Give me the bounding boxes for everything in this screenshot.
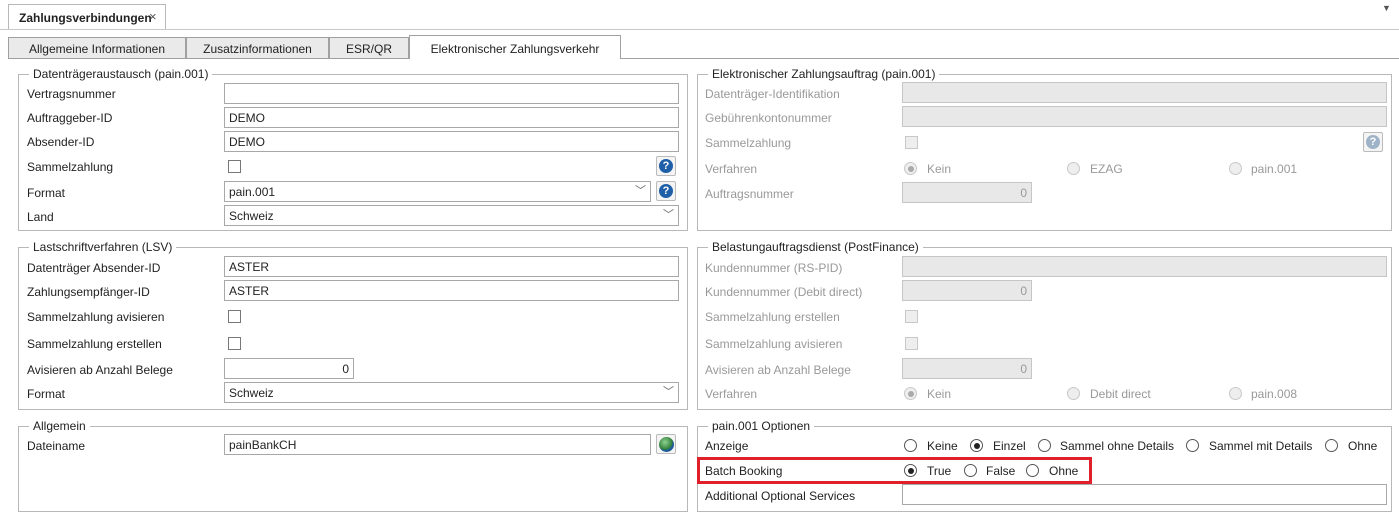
datentraeger-identifikation-label: Datenträger-Identifikation bbox=[705, 87, 840, 101]
anzeige-ohne-radio[interactable] bbox=[1325, 439, 1338, 452]
anzeige-keine-label: Keine bbox=[927, 439, 958, 453]
lsv-sammelzahlung-avisieren-label: Sammelzahlung avisieren bbox=[27, 310, 165, 324]
tab-zusatzinformationen[interactable]: Zusatzinformationen bbox=[186, 37, 329, 58]
auftraggeber-id-label: Auftraggeber-ID bbox=[27, 111, 113, 125]
sammelzahlung-checkbox[interactable] bbox=[228, 160, 241, 173]
anzeige-sammel-mit-details-radio[interactable] bbox=[1186, 439, 1199, 452]
pf-verfahren-label: Verfahren bbox=[705, 387, 758, 401]
document-tab-title: Zahlungsverbindungen bbox=[19, 11, 152, 25]
gebuehrenkontonummer-label: Gebührenkontonummer bbox=[705, 111, 832, 125]
lsv-legend: Lastschriftverfahren (LSV) bbox=[29, 240, 177, 254]
anzeige-keine-radio[interactable] bbox=[904, 439, 917, 452]
auftrag-sammelzahlung-checkbox[interactable] bbox=[905, 136, 918, 149]
postfinance-legend: Belastungauftragsdienst (PostFinance) bbox=[708, 240, 923, 254]
pf-sammelzahlung-erstellen-checkbox[interactable] bbox=[905, 310, 918, 323]
lsv-format-label: Format bbox=[27, 387, 66, 401]
zahlungsauftrag-legend: Elektronischer Zahlungsauftrag (pain.001… bbox=[708, 67, 940, 81]
anzeige-sammel-ohne-details-label: Sammel ohne Details bbox=[1060, 439, 1175, 453]
pain001-optionen-legend: pain.001 Optionen bbox=[708, 419, 815, 433]
lsv-absender-id-label: Datenträger Absender-ID bbox=[27, 261, 161, 275]
auftrag-verfahren-label: Verfahren bbox=[705, 162, 758, 176]
pf-verfahren-pain008-label: pain.008 bbox=[1251, 387, 1298, 401]
kundennummer-debit-direct-field[interactable]: 0 bbox=[902, 280, 1032, 301]
lsv-absender-id-field[interactable]: ASTER bbox=[224, 256, 679, 277]
pf-sammelzahlung-avisieren-label: Sammelzahlung avisieren bbox=[705, 337, 843, 351]
anzeige-label: Anzeige bbox=[705, 439, 749, 453]
auftrag-verfahren-pain001-radio[interactable] bbox=[1229, 162, 1242, 175]
absender-id-label: Absender-ID bbox=[27, 135, 95, 149]
anzeige-einzel-radio[interactable] bbox=[970, 439, 983, 452]
auftrag-verfahren-ezag-label: EZAG bbox=[1090, 162, 1123, 176]
additional-optional-services-label: Additional Optional Services bbox=[705, 489, 856, 503]
lsv-sammelzahlung-erstellen-checkbox[interactable] bbox=[228, 337, 241, 350]
dateiname-field[interactable]: painBankCH bbox=[224, 434, 651, 455]
lsv-avisieren-anzahl-field[interactable]: 0 bbox=[224, 358, 354, 379]
auftragsnummer-field[interactable]: 0 bbox=[902, 182, 1032, 203]
auftrag-sammelzahlung-label: Sammelzahlung bbox=[705, 136, 792, 150]
land-label: Land bbox=[27, 210, 54, 224]
chevron-down-icon: ﹀ bbox=[663, 209, 674, 221]
kundennummer-rs-pid-field[interactable] bbox=[902, 256, 1387, 277]
auftragsnummer-label: Auftragsnummer bbox=[705, 187, 794, 201]
zahlungsempfaenger-id-label: Zahlungsempfänger-ID bbox=[27, 285, 150, 299]
tab-allgemeine-informationen[interactable]: Allgemeine Informationen bbox=[8, 37, 186, 58]
chevron-down-icon: ﹀ bbox=[663, 386, 674, 398]
lsv-sammelzahlung-erstellen-label: Sammelzahlung erstellen bbox=[27, 337, 162, 351]
help-icon[interactable]: ? bbox=[1363, 132, 1383, 152]
pf-verfahren-debit-direct-radio[interactable] bbox=[1067, 387, 1080, 400]
pf-avisieren-anzahl-field[interactable]: 0 bbox=[902, 358, 1032, 379]
gebuehrenkontonummer-field[interactable] bbox=[902, 106, 1387, 127]
auftrag-verfahren-ezag-radio[interactable] bbox=[1067, 162, 1080, 175]
auftrag-verfahren-pain001-label: pain.001 bbox=[1251, 162, 1298, 176]
lsv-format-select-value: Schweiz bbox=[229, 386, 274, 400]
batch-booking-highlight bbox=[697, 457, 1092, 484]
tab-esr-qr[interactable]: ESR/QR bbox=[329, 37, 409, 58]
pf-verfahren-kein-radio[interactable] bbox=[904, 387, 917, 400]
pf-sammelzahlung-erstellen-label: Sammelzahlung erstellen bbox=[705, 310, 840, 324]
format-select-value: pain.001 bbox=[229, 185, 276, 199]
auftrag-verfahren-kein-label: Kein bbox=[927, 162, 952, 176]
pf-sammelzahlung-avisieren-checkbox[interactable] bbox=[905, 337, 918, 350]
kundennummer-debit-direct-label: Kundennummer (Debit direct) bbox=[705, 285, 863, 299]
pf-verfahren-pain008-radio[interactable] bbox=[1229, 387, 1242, 400]
land-select[interactable]: Schweiz ﹀ bbox=[224, 205, 679, 226]
vertragsnummer-label: Vertragsnummer bbox=[27, 87, 116, 101]
land-select-value: Schweiz bbox=[229, 209, 274, 223]
additional-optional-services-field[interactable] bbox=[902, 484, 1387, 505]
datentraeger-legend: Datenträgeraustausch (pain.001) bbox=[29, 67, 213, 81]
lsv-sammelzahlung-avisieren-checkbox[interactable] bbox=[228, 310, 241, 323]
anzeige-sammel-ohne-details-radio[interactable] bbox=[1038, 439, 1051, 452]
auftrag-verfahren-kein-radio[interactable] bbox=[904, 162, 917, 175]
sammelzahlung-label: Sammelzahlung bbox=[27, 160, 114, 174]
lsv-avisieren-anzahl-label: Avisieren ab Anzahl Belege bbox=[27, 363, 173, 377]
pf-verfahren-debit-direct-label: Debit direct bbox=[1090, 387, 1151, 401]
help-icon[interactable]: ? bbox=[656, 156, 676, 176]
pf-avisieren-anzahl-label: Avisieren ab Anzahl Belege bbox=[705, 363, 851, 377]
absender-id-field[interactable]: DEMO bbox=[224, 131, 679, 152]
close-icon[interactable]: × bbox=[149, 9, 157, 24]
datentraeger-identifikation-field[interactable] bbox=[902, 82, 1387, 103]
lsv-format-select[interactable]: Schweiz ﹀ bbox=[224, 382, 679, 403]
format-label: Format bbox=[27, 186, 66, 200]
anzeige-ohne-label: Ohne bbox=[1348, 439, 1378, 453]
anzeige-sammel-mit-details-label: Sammel mit Details bbox=[1209, 439, 1313, 453]
help-icon[interactable]: ? bbox=[656, 181, 676, 201]
dropdown-arrow-icon[interactable]: ▼ bbox=[1382, 3, 1391, 13]
pf-verfahren-kein-label: Kein bbox=[927, 387, 952, 401]
format-select[interactable]: pain.001 ﹀ bbox=[224, 181, 651, 202]
allgemein-legend: Allgemein bbox=[29, 419, 90, 433]
dateiname-label: Dateiname bbox=[27, 439, 86, 453]
tab-row-line bbox=[8, 58, 1399, 59]
tab-strip-divider bbox=[0, 29, 1399, 30]
anzeige-einzel-label: Einzel bbox=[993, 439, 1026, 453]
chevron-down-icon: ﹀ bbox=[635, 185, 646, 197]
document-tab[interactable]: Zahlungsverbindungen × bbox=[8, 4, 166, 30]
kundennummer-rs-pid-label: Kundennummer (RS-PID) bbox=[705, 261, 843, 275]
vertragsnummer-field[interactable] bbox=[224, 83, 679, 104]
globe-icon[interactable] bbox=[656, 434, 676, 454]
auftraggeber-id-field[interactable]: DEMO bbox=[224, 107, 679, 128]
tab-elektronischer-zahlungsverkehr[interactable]: Elektronischer Zahlungsverkehr bbox=[409, 35, 621, 59]
zahlungsempfaenger-id-field[interactable]: ASTER bbox=[224, 280, 679, 301]
